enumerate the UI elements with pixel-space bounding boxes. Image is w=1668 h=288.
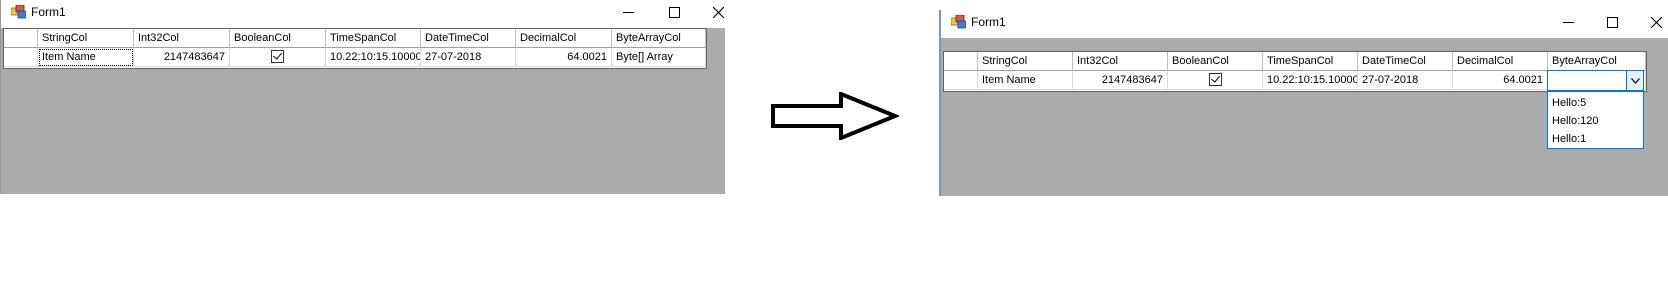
cell-stringcol[interactable]: Item Name	[978, 71, 1073, 90]
cell-int32col[interactable]: 2147483647	[1073, 71, 1168, 90]
column-header-bytearraycol[interactable]: ByteArrayCol	[1548, 52, 1646, 71]
top-left-header-cell[interactable]	[944, 52, 978, 71]
combo-dropdown-button[interactable]	[1626, 71, 1643, 90]
column-header-timespancol[interactable]: TimeSpanCol	[326, 29, 421, 48]
minimize-icon	[1562, 22, 1574, 23]
column-header-stringcol[interactable]: StringCol	[978, 52, 1073, 71]
data-grid-view[interactable]: StringCol Int32Col BooleanCol TimeSpanCo…	[943, 51, 1647, 92]
column-header-booleancol[interactable]: BooleanCol	[1168, 52, 1263, 71]
chevron-down-icon	[1630, 77, 1640, 84]
dropdown-option[interactable]: Hello:5	[1552, 94, 1586, 112]
data-grid-view[interactable]: StringCol Int32Col BooleanCol TimeSpanCo…	[3, 28, 707, 69]
row-header-cell[interactable]	[944, 71, 978, 90]
minimize-button[interactable]	[1553, 12, 1583, 32]
column-header-int32col[interactable]: Int32Col	[1073, 52, 1168, 71]
column-header-datetimecol[interactable]: DateTimeCol	[1358, 52, 1453, 71]
close-button[interactable]	[1641, 12, 1668, 32]
cell-datetimecol[interactable]: 27-07-2018	[421, 48, 516, 67]
column-header-decimalcol[interactable]: DecimalCol	[516, 29, 612, 48]
dropdown-option[interactable]: Hello:1	[1552, 130, 1586, 148]
cell-booleancol[interactable]	[230, 48, 326, 67]
title-bar[interactable]: Form1	[941, 10, 1668, 36]
maximize-icon	[668, 7, 680, 18]
column-header-bytearraycol[interactable]: ByteArrayCol	[612, 29, 706, 48]
column-header-timespancol[interactable]: TimeSpanCol	[1263, 52, 1358, 71]
column-header-int32col[interactable]: Int32Col	[134, 29, 230, 48]
window-title: Form1	[31, 5, 66, 19]
cell-decimalcol[interactable]: 64.0021	[1453, 71, 1548, 90]
client-area: StringCol Int32Col BooleanCol TimeSpanCo…	[941, 38, 1668, 196]
close-icon	[1650, 16, 1662, 29]
column-header-booleancol[interactable]: BooleanCol	[230, 29, 326, 48]
cell-datetimecol[interactable]: 27-07-2018	[1358, 71, 1453, 90]
top-left-header-cell[interactable]	[4, 29, 38, 48]
table-row[interactable]: Item Name 2147483647 10.22:10:15.10000 2…	[944, 71, 1646, 91]
client-area: StringCol Int32Col BooleanCol TimeSpanCo…	[1, 28, 725, 194]
form1-window-before: Form1 StringCol Int32Col BooleanCol Time…	[0, 0, 725, 194]
maximize-icon	[1606, 17, 1618, 28]
cell-timespancol[interactable]: 10.22:10:15.10000	[326, 48, 421, 67]
column-header-decimalcol[interactable]: DecimalCol	[1453, 52, 1548, 71]
close-icon	[712, 6, 724, 19]
checkbox-checked-icon[interactable]	[1208, 73, 1222, 86]
cell-decimalcol[interactable]: 64.0021	[516, 48, 612, 67]
checkbox-checked-icon[interactable]	[271, 50, 284, 63]
cell-timespancol[interactable]: 10.22:10:15.10000	[1263, 71, 1358, 90]
cell-bytearraycol[interactable]: Byte[] Array	[612, 48, 706, 67]
form-icon	[951, 15, 966, 29]
title-bar[interactable]: Form1	[1, 0, 725, 26]
window-title: Form1	[971, 15, 1006, 29]
minimize-icon	[622, 12, 634, 13]
column-header-datetimecol[interactable]: DateTimeCol	[421, 29, 516, 48]
close-button[interactable]	[703, 2, 733, 22]
dropdown-option[interactable]: Hello:120	[1552, 112, 1598, 130]
minimize-button[interactable]	[613, 2, 643, 22]
form-icon	[11, 5, 26, 19]
header-row: StringCol Int32Col BooleanCol TimeSpanCo…	[944, 52, 1646, 72]
cell-booleancol[interactable]	[1168, 71, 1263, 90]
maximize-button[interactable]	[659, 2, 689, 22]
row-header-cell[interactable]	[4, 48, 38, 67]
combo-dropdown-list[interactable]: Hello:5 Hello:120 Hello:1	[1547, 91, 1644, 149]
bytearray-combo-editor[interactable]	[1547, 70, 1644, 91]
cell-stringcol[interactable]: Item Name	[38, 48, 134, 67]
form1-window-after: Form1 StringCol Int32Col BooleanCol Time…	[939, 10, 1668, 196]
table-row[interactable]: Item Name 2147483647 10.22:10:15.10000 2…	[4, 48, 706, 68]
right-arrow-icon	[771, 92, 899, 140]
column-header-stringcol[interactable]: StringCol	[38, 29, 134, 48]
maximize-button[interactable]	[1597, 12, 1627, 32]
cell-int32col[interactable]: 2147483647	[134, 48, 230, 67]
header-row: StringCol Int32Col BooleanCol TimeSpanCo…	[4, 29, 706, 49]
